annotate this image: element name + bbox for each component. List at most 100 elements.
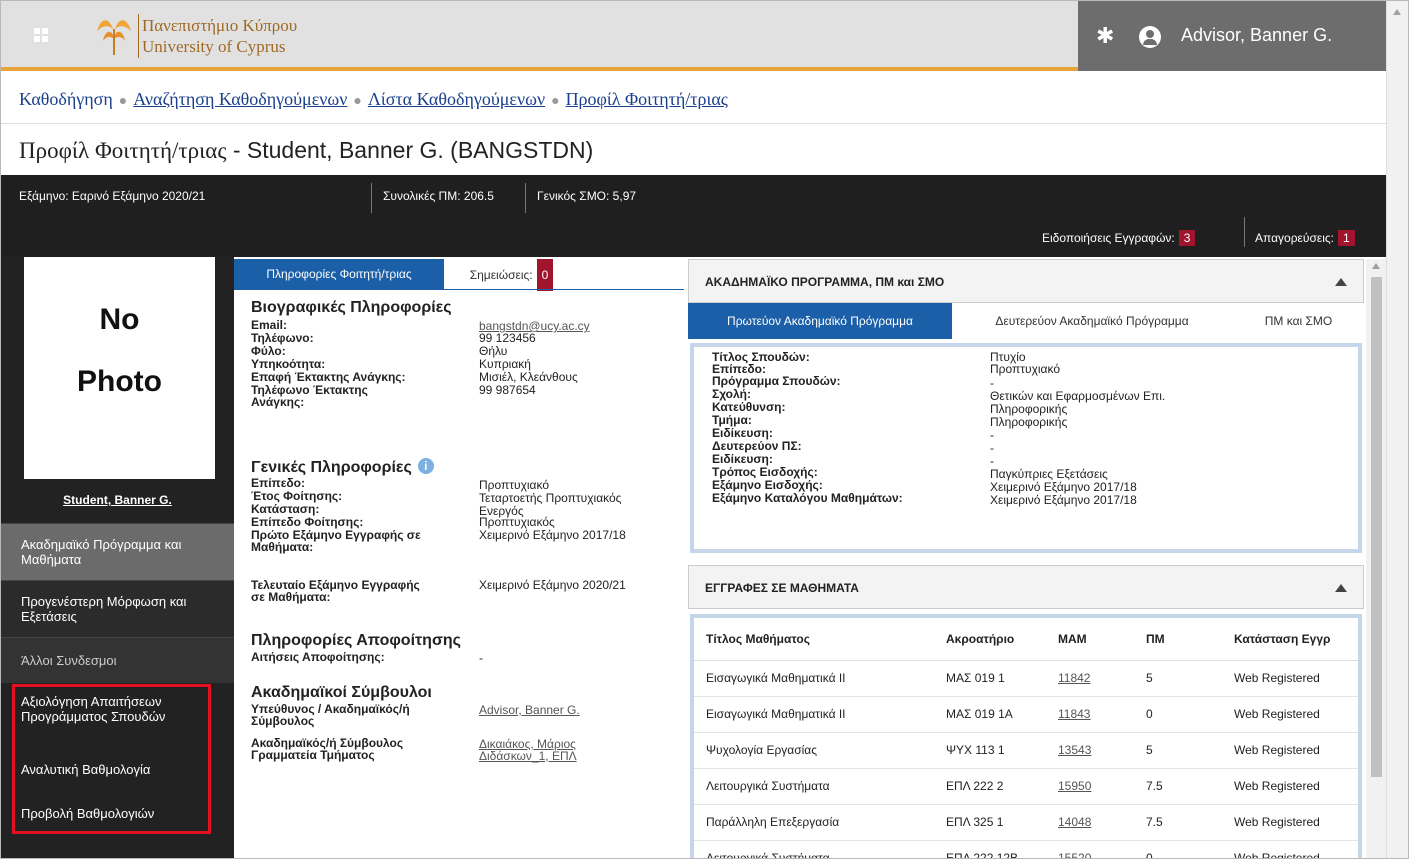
divider [1, 123, 1387, 124]
course-section: ΜΑΣ 019 1 [934, 660, 1046, 697]
general-title-text: Γενικές Πληροφορίες [251, 459, 412, 476]
courses-panel-header[interactable]: ΕΓΓΡΑΦΕΣ ΣΕ ΜΑΘΗΜΑΤΑ [688, 565, 1364, 609]
study-level-label: Επίπεδο Φοίτησης: [251, 515, 364, 529]
course-credits: 5 [1134, 732, 1222, 769]
table-row: Παράλληλη Επεξεργασία ΕΠΛ 325 1 14048 7.… [694, 804, 1358, 841]
course-crn-link[interactable]: 14048 [1046, 804, 1134, 841]
study-level-value: Προπτυχιακός [479, 515, 555, 529]
info-icon[interactable]: i [417, 458, 434, 474]
breadcrumb-item-advisee-search[interactable]: Αναζήτηση Καθοδηγούμενων [133, 89, 347, 109]
course-credits: 7.5 [1134, 804, 1222, 841]
scroll-up-icon[interactable] [1393, 9, 1401, 15]
program-value: Πληροφορικής [990, 402, 1068, 416]
level-value: Προπτυχιακό [479, 478, 550, 492]
last-term-label: Τελευταίο Εξάμηνο Εγγραφής σε Μαθήματα: [251, 578, 420, 604]
program-label: Τμήμα: [712, 413, 752, 427]
column-header[interactable]: ΠΜ [1134, 618, 1222, 661]
program-value: Πληροφορικής [990, 415, 1068, 429]
term-label: Εξάμηνο: Εαρινό Εξάμηνο 2020/21 [19, 189, 206, 203]
status-label: Κατάσταση: [251, 502, 320, 516]
collapse-caret-icon[interactable] [1335, 278, 1347, 286]
secretariat-advisor-link-2[interactable]: Διδάσκων_1, ΕΠΛ [479, 750, 577, 762]
program-panel-header[interactable]: ΑΚΑΔΗΜΑΪΚΟ ΠΡΟΓΡΑΜΜΑ, ΠΜ και ΣΜΟ [688, 259, 1364, 303]
breadcrumb: Καθοδήγηση ● Αναζήτηση Καθοδηγούμενων ● Λίστ… [19, 89, 728, 110]
collapse-caret-icon[interactable] [1335, 584, 1347, 592]
emergency-phone-label: Τηλέφωνο Έκτακτης Ανάγκης: [251, 383, 368, 409]
course-credits: 5 [1134, 660, 1222, 697]
user-avatar-icon[interactable] [1139, 26, 1161, 48]
table-row: Λειτουργικά Συστήματα ΕΠΛ 222 2 15950 7.… [694, 768, 1358, 805]
program-label: Τρόπος Εισδοχής: [712, 465, 818, 479]
tab-primary-program[interactable]: Πρωτεύον Ακαδημαϊκό Πρόγραμμα [688, 303, 952, 339]
course-title: Ψυχολογία Εργασίας [694, 732, 934, 769]
graduation-apps-label: Αιτήσεις Αποφοίτησης: [251, 650, 385, 664]
sidebar-item-prior-education[interactable]: Προγενέστερη Μόρφωση και Εξετάσεις [1, 580, 234, 637]
breadcrumb-item-student-profile[interactable]: Προφίλ Φοιτητή/τριας [566, 89, 728, 109]
course-crn-link[interactable]: 13543 [1046, 732, 1134, 769]
course-crn-link[interactable]: 11843 [1046, 696, 1134, 733]
course-crn-link[interactable]: 15950 [1046, 768, 1134, 805]
sidebar-item-academic-program[interactable]: Ακαδημαϊκό Πρόγραμμα και Μαθήματα [1, 523, 234, 580]
scroll-up-icon[interactable] [1372, 263, 1380, 269]
photo-text-line1: No [99, 303, 140, 336]
responsible-advisor-link[interactable]: Advisor, Banner G. [479, 704, 580, 716]
column-header[interactable]: ΜΑΜ [1046, 618, 1134, 661]
page-scrollbar[interactable] [1386, 1, 1408, 858]
tab-notes[interactable]: Σημειώσεις: 0 [444, 259, 579, 291]
registration-notices[interactable]: Ειδοποιήσεις Εγγραφών: 3 [1042, 230, 1196, 246]
course-section: ΕΠΛ 325 1 [934, 804, 1046, 841]
program-value: Προπτυχιακό [990, 362, 1061, 376]
course-title: Παράλληλη Επεξεργασία [694, 804, 934, 841]
registration-notices-count: 3 [1178, 230, 1196, 246]
program-label: Κατεύθυνση: [712, 400, 786, 414]
advisors-title: Ακαδημαϊκοί Σύμβουλοι [251, 684, 432, 701]
phone-value: 99 123456 [479, 331, 536, 345]
course-credits: 0 [1134, 696, 1222, 733]
emergency-contact-value: Μισιέλ, Κλεάνθους [479, 370, 578, 384]
courses-table: Τίτλος Μαθήματος Ακροατήριο ΜΑΜ ΠΜ Κατάσ… [694, 618, 1358, 858]
tab-credits-gpa[interactable]: ΠΜ και ΣΜΟ [1233, 303, 1364, 339]
program-value: - [990, 454, 994, 468]
app-grid-icon[interactable] [34, 28, 48, 42]
breadcrumb-item-guidance[interactable]: Καθοδήγηση [19, 89, 113, 109]
page-title-prefix: Προφίλ Φοιτητή/τριας [19, 138, 227, 163]
emergency-phone-value: 99 987654 [479, 383, 536, 397]
university-name-en: University of Cyprus [142, 37, 286, 56]
course-title: Λειτουργικά Συστήματα [694, 840, 934, 858]
student-photo-placeholder: No Photo [24, 257, 215, 479]
program-label: Εξάμηνο Εισδοχής: [712, 478, 823, 492]
photo-text-line2: Photo [77, 365, 162, 398]
course-crn-link[interactable]: 15520 [1046, 840, 1134, 858]
secretariat-advisor-label: Ακαδημαϊκός/ή Σύμβουλος Γραμματεία Τμήμα… [251, 736, 404, 762]
student-name-link[interactable]: Student, Banner G. [1, 493, 234, 507]
tab-notes-label: Σημειώσεις: [469, 268, 533, 282]
gear-icon[interactable]: ✱ [1096, 25, 1114, 47]
course-crn-link[interactable]: 11842 [1046, 660, 1134, 697]
column-header[interactable]: Τίτλος Μαθήματος [694, 618, 934, 661]
program-value: Χειμερινό Εξάμηνο 2017/18 [990, 480, 1137, 494]
university-name: Πανεπιστήμιο Κύπρου University of Cyprus [142, 15, 297, 57]
program-label: Εξάμηνο Καταλόγου Μαθημάτων: [712, 491, 903, 505]
sidebar-item-other-links[interactable]: Άλλοι Συνδεσμοι [1, 637, 234, 683]
tab-secondary-program[interactable]: Δευτερεύον Ακαδημαϊκό Πρόγραμμα [956, 303, 1228, 339]
table-header-row: Τίτλος Μαθήματος Ακροατήριο ΜΑΜ ΠΜ Κατάσ… [694, 618, 1358, 661]
table-row: Εισαγωγικά Μαθηματικά ΙΙ ΜΑΣ 019 1Α 1184… [694, 696, 1358, 733]
course-section: ΨΥΧ 113 1 [934, 732, 1046, 769]
course-status: Web Registered [1222, 840, 1358, 858]
graduation-apps-value: - [479, 651, 483, 665]
column-header[interactable]: Ακροατήριο [934, 618, 1046, 661]
course-status: Web Registered [1222, 768, 1358, 805]
user-name[interactable]: Advisor, Banner G. [1181, 25, 1332, 46]
column-header[interactable]: Κατάσταση Εγγρ [1222, 618, 1358, 661]
holds[interactable]: Απαγορεύσεις: 1 [1255, 230, 1355, 246]
scrollbar-thumb[interactable] [1371, 277, 1382, 777]
email-label: Email: [251, 318, 288, 332]
tab-student-info[interactable]: Πληροφορίες Φοιτητή/τριας [234, 259, 444, 289]
course-status: Web Registered [1222, 660, 1358, 697]
student-info-panel: Βιογραφικές Πληροφορίες Email: bangstdn@… [234, 289, 684, 858]
level-label: Επίπεδο: [251, 476, 306, 490]
panel-scrollbar[interactable] [1366, 259, 1386, 858]
breadcrumb-item-advisee-list[interactable]: Λίστα Καθοδηγούμενων [368, 89, 545, 109]
program-value: - [990, 441, 994, 455]
course-title: Εισαγωγικά Μαθηματικά ΙΙ [694, 696, 934, 733]
